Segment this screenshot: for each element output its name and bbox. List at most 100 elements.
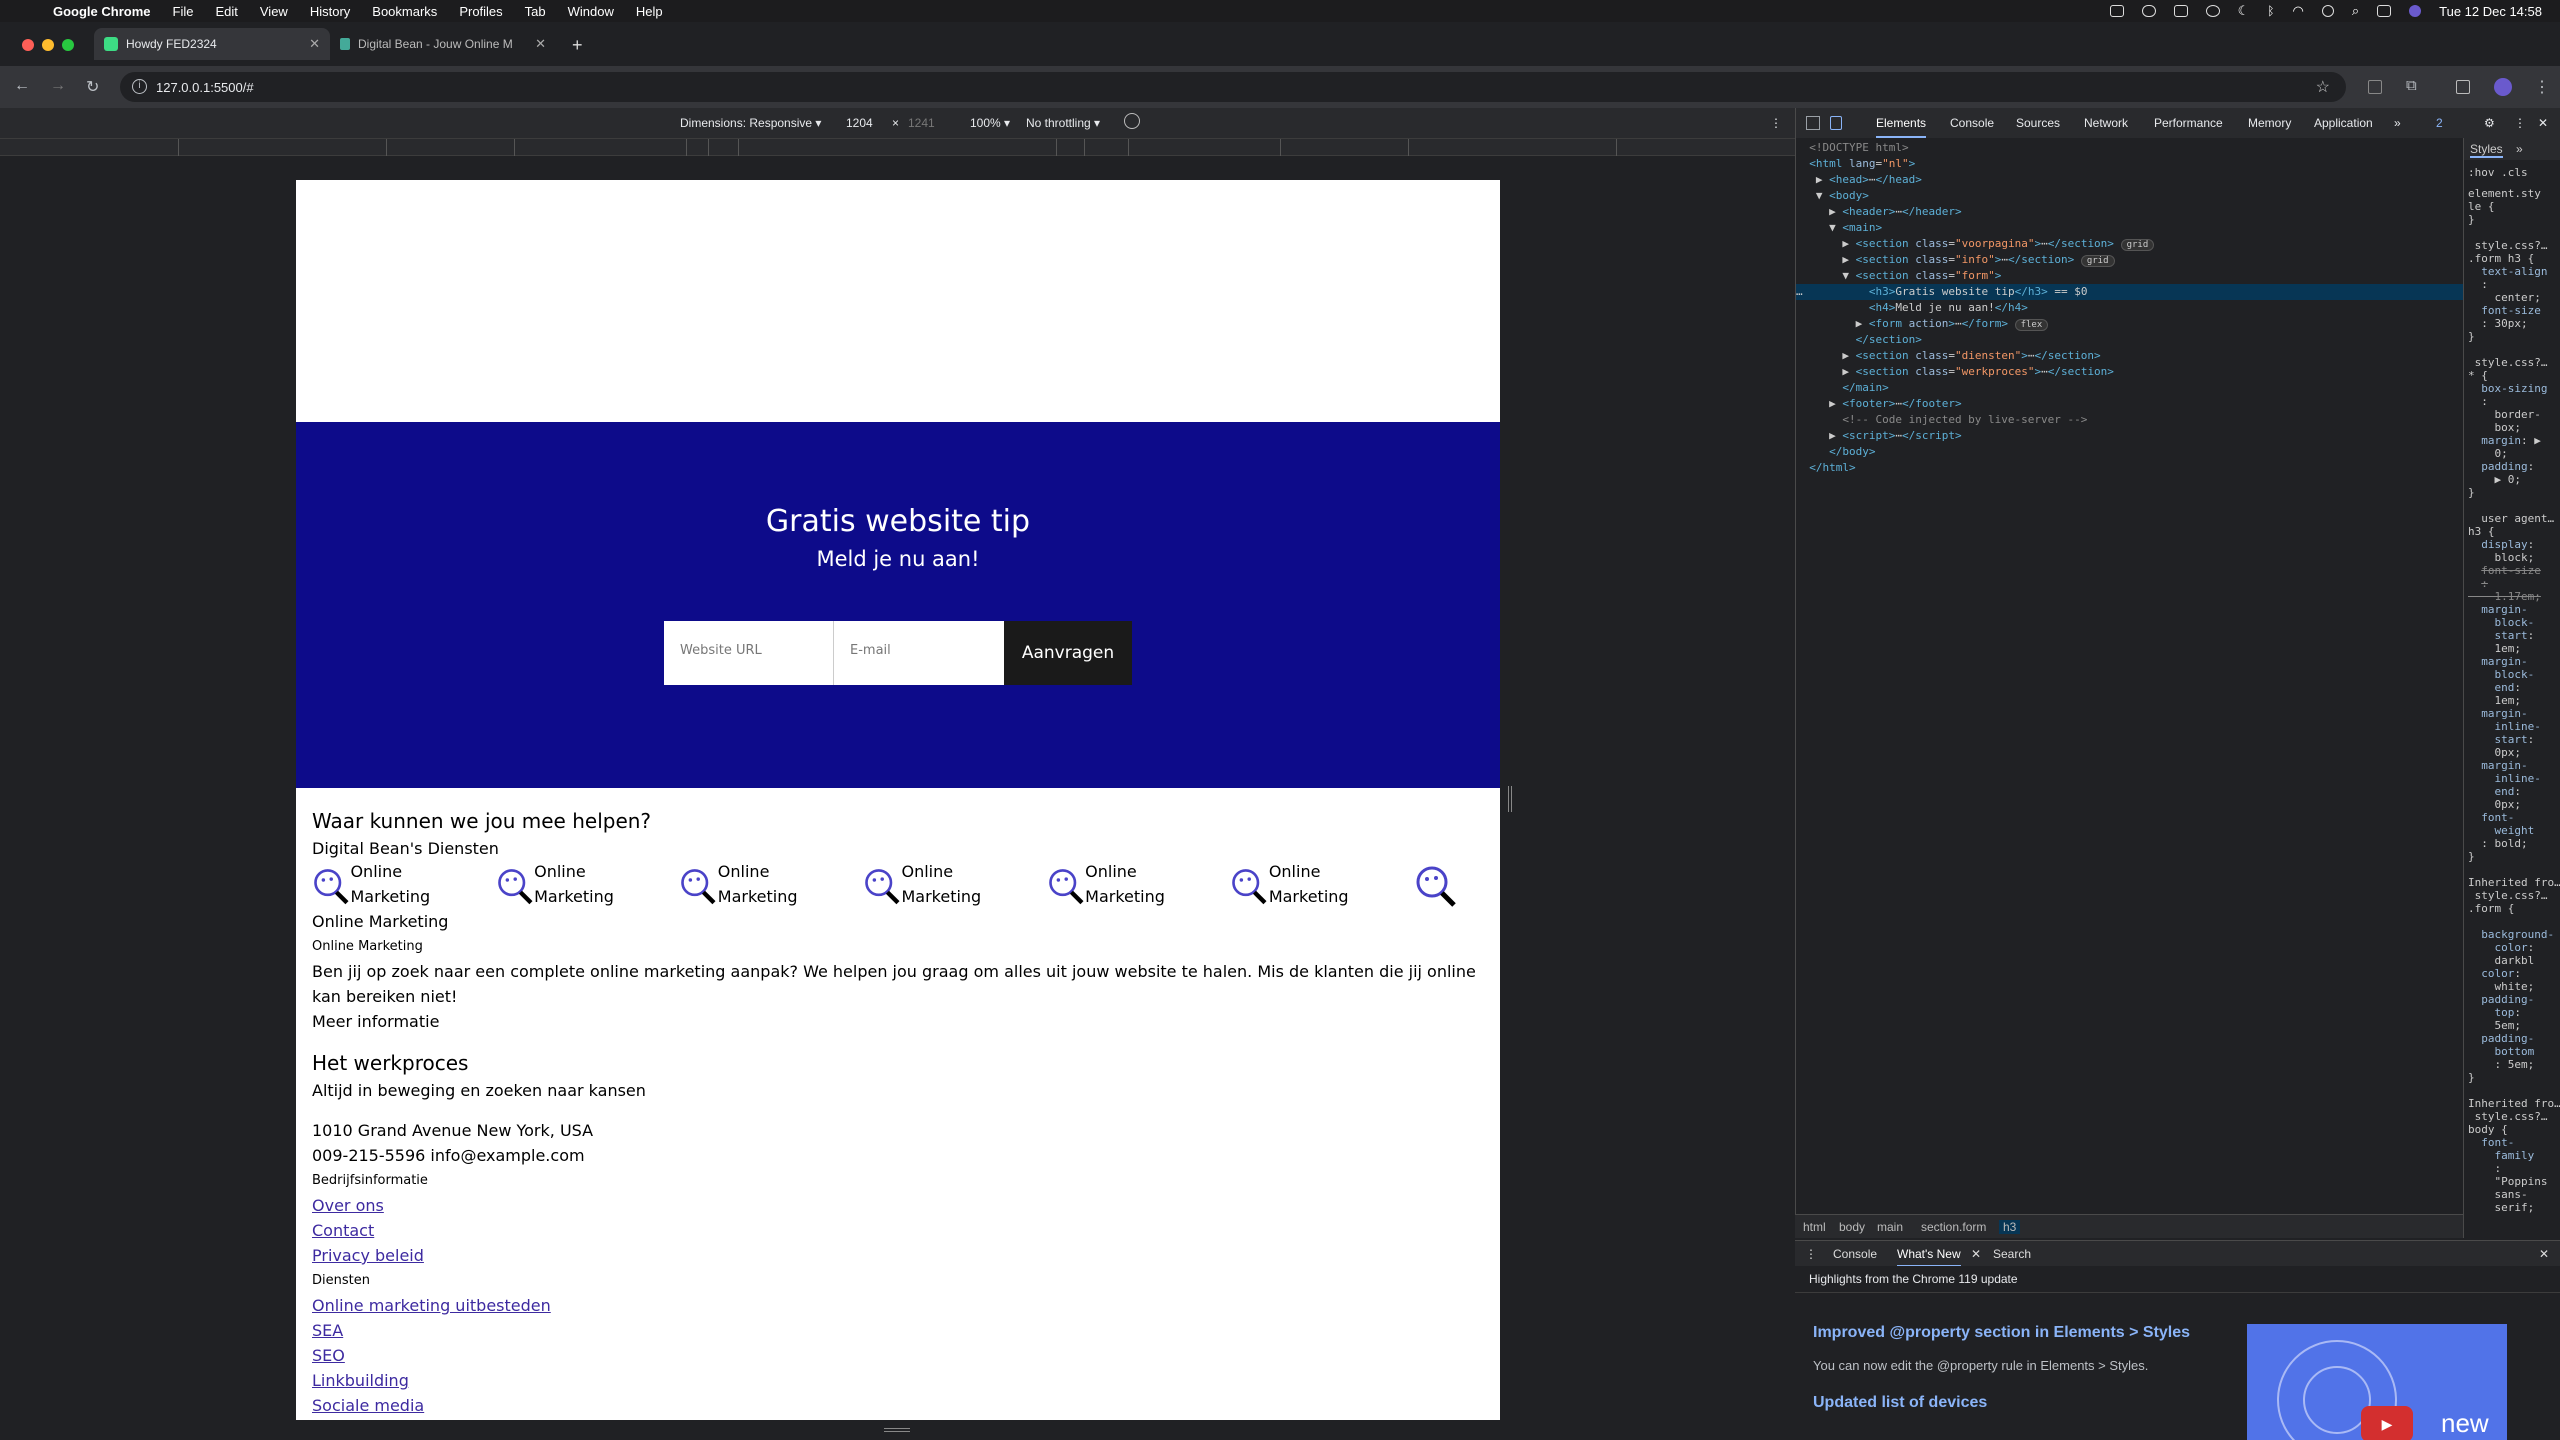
height-input[interactable]: 1241 <box>908 116 935 130</box>
drawer-tab-console[interactable]: Console <box>1833 1247 1877 1261</box>
menu-edit[interactable]: Edit <box>215 4 237 19</box>
tab-howdy[interactable]: Howdy FED2324 ✕ <box>94 28 330 60</box>
menu-help[interactable]: Help <box>636 4 663 19</box>
tree-line[interactable]: <!-- Code injected by live-server --> <box>1796 412 2463 428</box>
menu-file[interactable]: File <box>173 4 194 19</box>
drawer-tab-search[interactable]: Search <box>1993 1247 2031 1261</box>
tab-elements[interactable]: Elements <box>1876 116 1927 138</box>
minimize-window-button[interactable] <box>42 39 54 51</box>
link-over-ons[interactable]: Over ons <box>312 1193 1484 1218</box>
styles-filter[interactable]: :hov .cls <box>2464 160 2560 185</box>
display-icon[interactable] <box>2173 5 2188 17</box>
status-icon-1[interactable] <box>2109 5 2124 17</box>
tab-application[interactable]: Application <box>2314 116 2373 130</box>
new-tab-button[interactable]: + <box>572 35 583 56</box>
close-window-button[interactable] <box>22 39 34 51</box>
tree-line[interactable]: ▶ <header>⋯</header> <box>1796 204 2463 220</box>
tree-line[interactable]: ▼ <main> <box>1796 220 2463 236</box>
back-button[interactable]: ← <box>14 77 30 95</box>
crumb-body[interactable]: body <box>1839 1220 1865 1234</box>
tree-line[interactable]: </main> <box>1796 380 2463 396</box>
tree-line[interactable]: </body> <box>1796 444 2463 460</box>
siri-icon[interactable] <box>2409 5 2422 17</box>
tab-memory[interactable]: Memory <box>2248 116 2291 130</box>
settings-gear-icon[interactable]: ⚙ <box>2484 116 2495 130</box>
link-privacy[interactable]: Privacy beleid <box>312 1243 1484 1268</box>
menu-view[interactable]: View <box>260 4 288 19</box>
clock[interactable]: Tue 12 Dec 14:58 <box>2439 4 2542 19</box>
tree-line[interactable]: ▶ <head>⋯</head> <box>1796 172 2463 188</box>
throttle-select[interactable]: No throttling ▾ <box>1026 116 1100 130</box>
styles-tab[interactable]: Styles <box>2470 142 2503 158</box>
close-tab-icon[interactable]: ✕ <box>535 36 546 52</box>
devtools-menu-icon[interactable]: ⋮ <box>2514 116 2526 130</box>
bookmark-star-icon[interactable]: ☆ <box>2316 77 2330 97</box>
close-whats-new-icon[interactable]: ✕ <box>1971 1247 1981 1261</box>
crumb-section-form[interactable]: section.form <box>1921 1220 1986 1234</box>
control-center-icon[interactable] <box>2377 5 2392 17</box>
tree-line[interactable]: <h4>Meld je nu aan!</h4> <box>1796 300 2463 316</box>
extension-icon[interactable] <box>2368 80 2382 94</box>
website-url-input[interactable]: Website URL <box>664 621 834 685</box>
drawer-video-thumbnail[interactable]: ▶ new <box>2247 1324 2507 1440</box>
crumb-h3[interactable]: h3 <box>1999 1220 2021 1234</box>
tab-network[interactable]: Network <box>2084 116 2128 130</box>
dimensions-select[interactable]: Dimensions: Responsive ▾ <box>680 116 821 130</box>
maximize-window-button[interactable] <box>62 39 74 51</box>
tree-line[interactable]: </html> <box>1796 460 2463 476</box>
tab-console[interactable]: Console <box>1950 116 1994 130</box>
tree-line[interactable]: ▶ <form action>⋯</form> flex <box>1796 316 2463 332</box>
tree-line-selected[interactable]: … <h3>Gratis website tip</h3> == $0 <box>1796 284 2463 300</box>
chrome-menu-icon[interactable]: ⋮ <box>2534 77 2550 97</box>
wifi-icon[interactable]: ◠ <box>2293 3 2304 19</box>
link-social-media[interactable]: Sociale media <box>312 1393 1484 1418</box>
tree-line[interactable]: ▼ <section class="form"> <box>1796 268 2463 284</box>
creative-cloud-icon[interactable] <box>2205 5 2220 17</box>
profile-avatar[interactable] <box>2494 78 2512 96</box>
media-query-ruler[interactable] <box>0 138 1795 156</box>
side-panel-icon[interactable] <box>2456 80 2470 94</box>
close-devtools-icon[interactable]: ✕ <box>2538 116 2548 130</box>
drawer-heading-2[interactable]: Updated list of devices <box>1813 1394 1987 1412</box>
bluetooth-icon[interactable]: ᛒ <box>2267 4 2274 18</box>
tab-digital-bean[interactable]: Digital Bean - Jouw Online M ✕ <box>330 28 556 60</box>
tree-line[interactable]: ▶ <section class="werkproces">⋯</section… <box>1796 364 2463 380</box>
close-tab-icon[interactable]: ✕ <box>309 36 320 52</box>
width-input[interactable]: 1204 <box>846 116 873 130</box>
zoom-select[interactable]: 100% ▾ <box>970 116 1010 130</box>
menu-tab[interactable]: Tab <box>525 4 546 19</box>
tab-sources[interactable]: Sources <box>2016 116 2060 130</box>
tree-line[interactable]: <html lang="nl"> <box>1796 156 2463 172</box>
more-info-link[interactable]: Meer informatie <box>312 1009 1484 1034</box>
youtube-play-icon[interactable]: ▶ <box>2361 1406 2413 1440</box>
tree-line[interactable]: ▶ <script>⋯</script> <box>1796 428 2463 444</box>
crumb-html[interactable]: html <box>1803 1220 1826 1234</box>
rotate-icon[interactable] <box>1124 113 1140 129</box>
device-toolbar-more-icon[interactable]: ⋮ <box>1770 116 1782 130</box>
link-contact[interactable]: Contact <box>312 1218 1484 1243</box>
play-icon[interactable] <box>2321 5 2334 17</box>
resize-handle-bottom[interactable] <box>884 1428 910 1432</box>
device-mode-icon[interactable] <box>1830 116 1842 130</box>
email-input[interactable]: E-mail <box>834 621 1004 685</box>
tree-line[interactable]: </section> <box>1796 332 2463 348</box>
link-linkbuilding[interactable]: Linkbuilding <box>312 1368 1484 1393</box>
crumb-main[interactable]: main <box>1877 1220 1903 1234</box>
more-panes-icon[interactable]: » <box>2516 142 2523 156</box>
extensions-puzzle-icon[interactable]: ⧉ <box>2406 77 2417 94</box>
menu-window[interactable]: Window <box>568 4 614 19</box>
address-bar[interactable]: i 127.0.0.1:5500/# ☆ <box>120 72 2346 102</box>
more-tabs-icon[interactable]: » <box>2394 116 2401 130</box>
tree-line[interactable]: ▶ <section class="voorpagina">⋯</section… <box>1796 236 2463 252</box>
submit-button[interactable]: Aanvragen <box>1004 621 1132 685</box>
inspect-icon[interactable] <box>1806 116 1820 130</box>
tree-line[interactable]: ▶ <section class="info">⋯</section> grid <box>1796 252 2463 268</box>
close-drawer-icon[interactable]: ✕ <box>2539 1247 2549 1261</box>
reload-button[interactable]: ↻ <box>86 77 99 97</box>
cloud-icon[interactable] <box>2141 5 2156 17</box>
tree-line[interactable]: ▶ <footer>⋯</footer> <box>1796 396 2463 412</box>
issues-badge[interactable]: 2 <box>2436 116 2443 130</box>
menu-bookmarks[interactable]: Bookmarks <box>372 4 437 19</box>
forward-button[interactable]: → <box>50 77 66 95</box>
resize-handle-right[interactable] <box>1508 786 1512 812</box>
